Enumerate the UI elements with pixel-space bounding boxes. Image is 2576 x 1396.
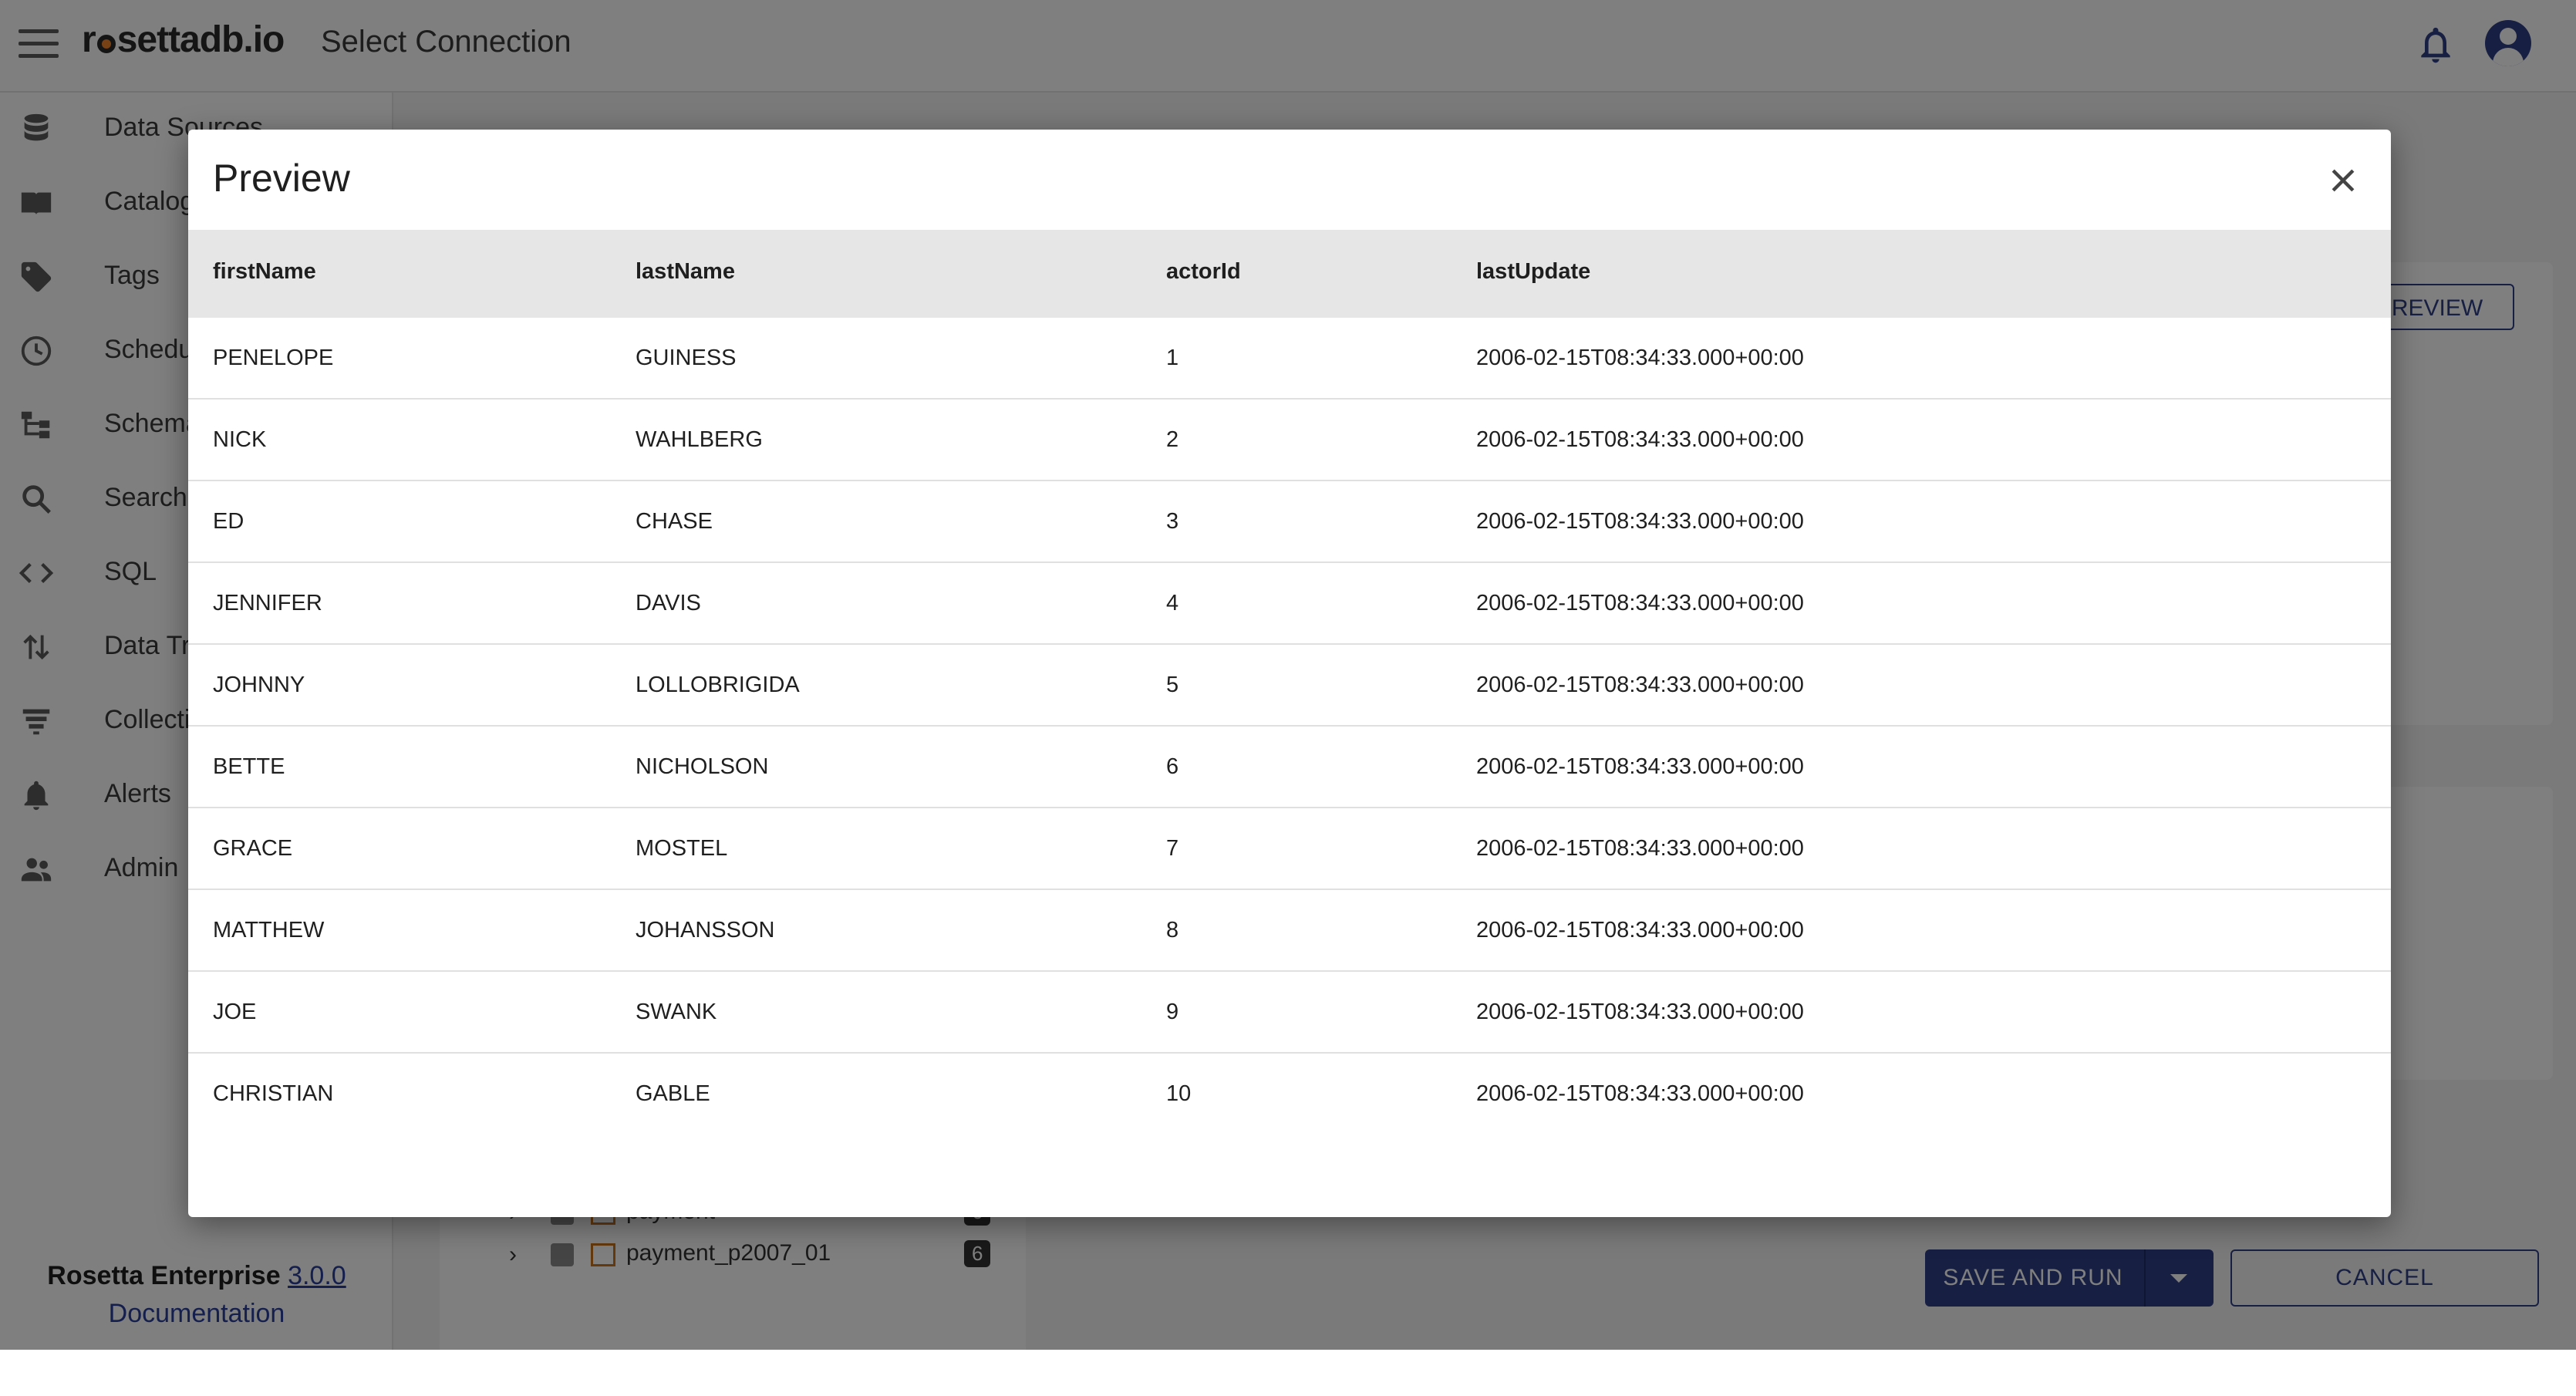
table-row: JOHNNY LOLLOBRIGIDA 5 2006-02-15T08:34:3… (188, 645, 2391, 727)
table-row: MATTHEW JOHANSSON 8 2006-02-15T08:34:33.… (188, 890, 2391, 972)
column-header-lastupdate[interactable]: lastUpdate (1476, 259, 1590, 285)
preview-dialog: Preview firstName lastName actorId lastU… (188, 130, 2391, 1217)
table-row: JOE SWANK 9 2006-02-15T08:34:33.000+00:0… (188, 972, 2391, 1054)
table-row: JENNIFER DAVIS 4 2006-02-15T08:34:33.000… (188, 563, 2391, 645)
table-row: CHRISTIAN GABLE 10 2006-02-15T08:34:33.0… (188, 1054, 2391, 1101)
dialog-title: Preview (213, 157, 350, 200)
table-row: BETTE NICHOLSON 6 2006-02-15T08:34:33.00… (188, 727, 2391, 808)
preview-table[interactable]: firstName lastName actorId lastUpdate PE… (188, 230, 2391, 1101)
table-row: ED CHASE 3 2006-02-15T08:34:33.000+00:00 (188, 481, 2391, 563)
close-icon[interactable] (2326, 164, 2360, 197)
column-header-firstname[interactable]: firstName (213, 259, 316, 285)
table-row: GRACE MOSTEL 7 2006-02-15T08:34:33.000+0… (188, 808, 2391, 890)
table-header: firstName lastName actorId lastUpdate (188, 230, 2391, 318)
table-row: PENELOPE GUINESS 1 2006-02-15T08:34:33.0… (188, 318, 2391, 400)
column-header-actorid[interactable]: actorId (1166, 259, 1241, 285)
table-row: NICK WAHLBERG 2 2006-02-15T08:34:33.000+… (188, 400, 2391, 481)
column-header-lastname[interactable]: lastName (636, 259, 735, 285)
